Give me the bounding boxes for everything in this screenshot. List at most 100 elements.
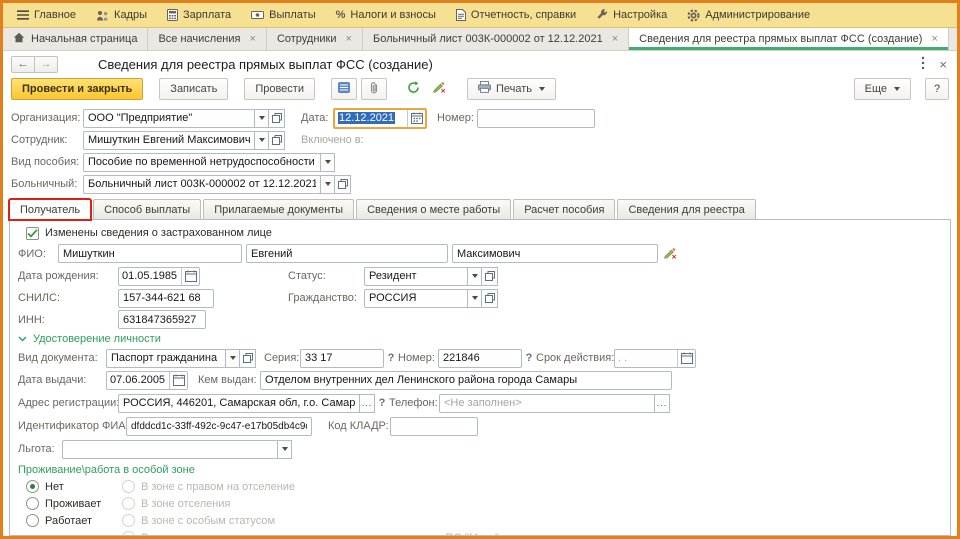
valid-until-field[interactable]: . .	[614, 349, 696, 368]
kladr-field[interactable]	[390, 417, 478, 436]
cancel-edit-button[interactable]: ×	[429, 78, 451, 100]
inn-field[interactable]	[118, 310, 206, 329]
calendar-icon[interactable]	[169, 372, 187, 389]
tab-vse-nachisleniya[interactable]: Все начисления×	[148, 28, 267, 50]
more-button[interactable]: Еще	[854, 78, 911, 100]
org-dropdown-button[interactable]	[254, 109, 269, 128]
birth-date-field[interactable]: 01.05.1985	[118, 267, 200, 286]
citizenship-dropdown-button[interactable]	[467, 289, 482, 308]
refresh-icon	[407, 81, 420, 97]
forward-arrow-icon: →	[41, 58, 52, 70]
series-field[interactable]	[300, 349, 384, 368]
issued-by-field[interactable]	[260, 371, 672, 390]
form-tab-sposob-vyplaty[interactable]: Способ выплаты	[93, 199, 201, 219]
forward-button[interactable]: →	[34, 56, 58, 73]
doc-type-open-button[interactable]	[239, 349, 256, 368]
menu-item-payments[interactable]: Выплаты	[241, 3, 325, 27]
kebab-menu-icon[interactable]	[921, 56, 925, 73]
back-button[interactable]: ←	[11, 56, 35, 73]
menu-item-staff[interactable]: Кадры	[86, 3, 157, 27]
radio-rabotaet[interactable]: Работает	[26, 512, 122, 529]
attachment-button[interactable]	[361, 78, 387, 100]
calendar-icon[interactable]	[407, 110, 425, 127]
date-field[interactable]: 12.12.2021	[333, 108, 427, 129]
form-tab-poluchatel[interactable]: Получатель	[9, 199, 91, 220]
status-open-button[interactable]	[481, 267, 498, 286]
refresh-button[interactable]	[403, 78, 425, 100]
employee-open-button[interactable]	[268, 131, 285, 150]
changed-info-label: Изменены сведения о застрахованном лице	[45, 227, 272, 239]
tab-home[interactable]: Начальная страница	[3, 28, 148, 50]
phone-field[interactable]	[439, 394, 655, 413]
benefit-dropdown-button[interactable]	[320, 153, 335, 172]
citizenship-field[interactable]	[364, 289, 468, 308]
print-button[interactable]: Печать	[467, 78, 556, 100]
menu-item-main[interactable]: Главное	[7, 3, 86, 27]
series-hint-icon[interactable]: ?	[384, 352, 398, 364]
status-dropdown-button[interactable]	[467, 267, 482, 286]
middle-name-field[interactable]	[452, 244, 658, 263]
address-more-button[interactable]: ...	[359, 394, 375, 413]
tab-sotrudniki[interactable]: Сотрудники×	[267, 28, 363, 50]
doc-type-field[interactable]	[106, 349, 226, 368]
employee-field[interactable]	[83, 131, 255, 150]
doc-type-dropdown-button[interactable]	[225, 349, 240, 368]
changed-info-checkbox[interactable]	[26, 227, 39, 240]
org-field[interactable]	[83, 109, 255, 128]
form-tab-raschet-posobiya[interactable]: Расчет пособия	[513, 199, 615, 219]
lgota-dropdown-button[interactable]	[277, 440, 292, 459]
citizenship-open-button[interactable]	[481, 289, 498, 308]
address-hint-icon[interactable]: ?	[375, 397, 389, 409]
calendar-icon[interactable]	[677, 350, 695, 367]
menu-item-settings[interactable]: Настройка	[586, 3, 677, 27]
tab-svedeniya-fss[interactable]: Сведения для реестра прямых выплат ФСС (…	[629, 28, 949, 50]
form-tab-prilagaemye-dokumenty[interactable]: Прилагаемые документы	[203, 199, 354, 219]
radio-zone-mayak[interactable]: В населенном пункте, загрязненном вследс…	[122, 529, 950, 536]
doc-number-field[interactable]	[438, 349, 522, 368]
calendar-icon[interactable]	[181, 268, 199, 285]
lgota-field[interactable]	[62, 440, 278, 459]
doc-number-hint-icon[interactable]: ?	[522, 352, 536, 364]
close-icon[interactable]: ×	[931, 33, 937, 45]
close-icon[interactable]: ×	[250, 33, 256, 45]
last-name-field[interactable]	[58, 244, 242, 263]
write-button[interactable]: Записать	[159, 78, 228, 100]
radio-zone-osobyi-status[interactable]: В зоне с особым статусом	[122, 512, 950, 529]
identity-section-header[interactable]: Удостоверение личности	[18, 330, 950, 347]
number-field[interactable]	[477, 109, 595, 128]
radio-prozhivaet[interactable]: Проживает	[26, 495, 122, 512]
employee-dropdown-button[interactable]	[254, 131, 269, 150]
edit-fio-icon[interactable]: ×	[664, 247, 678, 260]
status-field[interactable]	[364, 267, 468, 286]
structure-button[interactable]	[331, 78, 357, 100]
first-name-field[interactable]	[246, 244, 448, 263]
zone-section-header[interactable]: Проживание\работа в особой зоне	[18, 461, 950, 478]
radio-net[interactable]: Нет	[26, 478, 122, 495]
fias-field[interactable]	[126, 417, 312, 436]
phone-more-button[interactable]: ...	[654, 394, 670, 413]
menu-item-salary[interactable]: Зарплата	[157, 3, 241, 27]
form-tab-svedeniya-reestra[interactable]: Сведения для реестра	[617, 199, 755, 219]
menu-item-administration[interactable]: Администрирование	[677, 3, 820, 27]
tab-bolnichny-list[interactable]: Больничный лист 003К-000002 от 12.12.202…	[363, 28, 629, 50]
org-open-button[interactable]	[268, 109, 285, 128]
snils-field[interactable]	[118, 289, 214, 308]
post-and-close-button[interactable]: Провести и закрыть	[11, 78, 143, 100]
close-icon[interactable]: ×	[612, 33, 618, 45]
benefit-type-field[interactable]	[83, 153, 321, 172]
window-close-icon[interactable]: ×	[939, 57, 947, 72]
menu-item-taxes[interactable]: %Налоги и взносы	[326, 3, 446, 27]
sick-leave-open-button[interactable]	[334, 175, 351, 194]
sick-leave-dropdown-button[interactable]	[320, 175, 335, 194]
issue-date-field[interactable]: 07.06.2005	[106, 371, 188, 390]
help-button[interactable]: ?	[925, 78, 949, 100]
radio-icon	[26, 497, 39, 510]
radio-zone-otseleniya[interactable]: В зоне отселения	[122, 495, 950, 512]
radio-zone-otselenie-pravo[interactable]: В зоне с правом на отселение	[122, 478, 950, 495]
menu-item-reports[interactable]: Отчетность, справки	[446, 3, 586, 27]
address-field[interactable]	[118, 394, 360, 413]
close-icon[interactable]: ×	[346, 33, 352, 45]
form-tab-mesto-raboty[interactable]: Сведения о месте работы	[356, 199, 511, 219]
post-button[interactable]: Провести	[244, 78, 315, 100]
sick-leave-field[interactable]	[83, 175, 321, 194]
